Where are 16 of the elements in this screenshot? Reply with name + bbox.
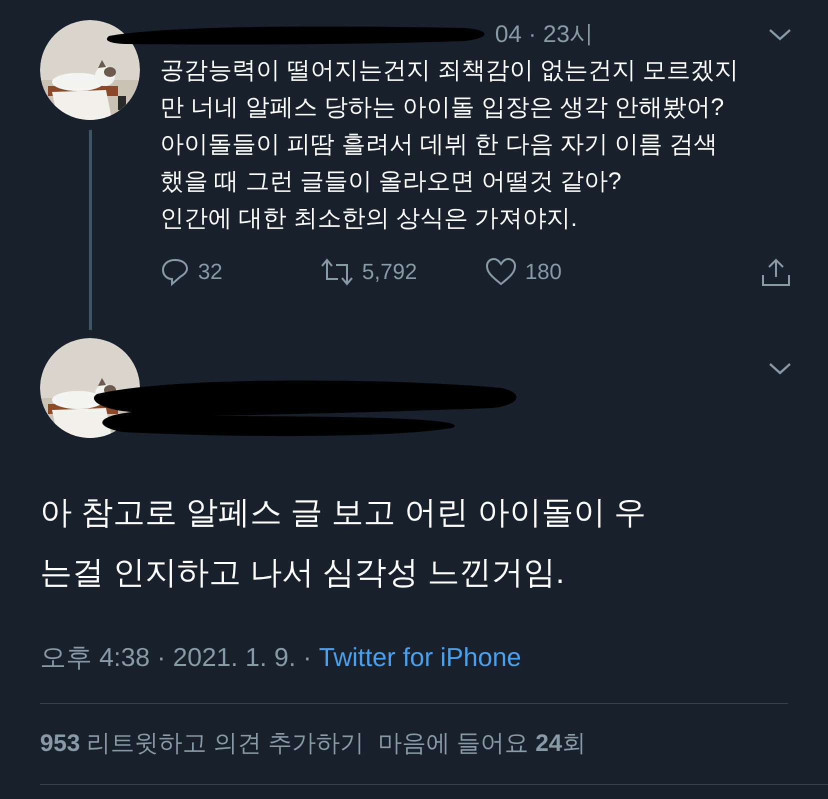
retweet-icon[interactable] (320, 256, 354, 286)
action-count: 5,792 (362, 258, 418, 286)
share-icon[interactable] (760, 256, 792, 286)
speech-bubble-icon[interactable] (160, 256, 190, 286)
engagement-stat[interactable]: 953 리트윗하고 의견 추가하기 (40, 726, 364, 762)
source-link[interactable]: Twitter for iPhone (318, 642, 522, 672)
action-count: 180 (525, 258, 562, 286)
tweet-meta: 04 · 23시 (495, 20, 594, 50)
chevron-down-icon[interactable] (768, 28, 792, 42)
tweet-text: 아 참고로 알페스 글 보고 어린 아이돌이 우 는걸 인지하고 나서 심각성 느낀거임. (40, 493, 648, 592)
tweet-timestamp: 오후 4:38 · 2021. 1. 9. · (40, 642, 313, 672)
tweet-text: 공감능력이 떨어지는건지 죄책감이 없는건지 모르겠지 만 너네 알페스 당하는 아이돌 입장은 생각 안해봤어? 아이돌들이 피땀 흘려서 데뷔 한 다음 자기 이름 검색 했을 때 그런 글들이 올라오면 어떨것 같아? 인간에 대한 최소한의 상식은 가져야지. (160, 56, 740, 234)
engagement-stat[interactable]: 마음에 들어요 24회 (378, 726, 586, 762)
action-count: 32 (198, 258, 222, 286)
heart-icon[interactable] (485, 256, 517, 286)
chevron-down-icon[interactable] (768, 362, 792, 376)
